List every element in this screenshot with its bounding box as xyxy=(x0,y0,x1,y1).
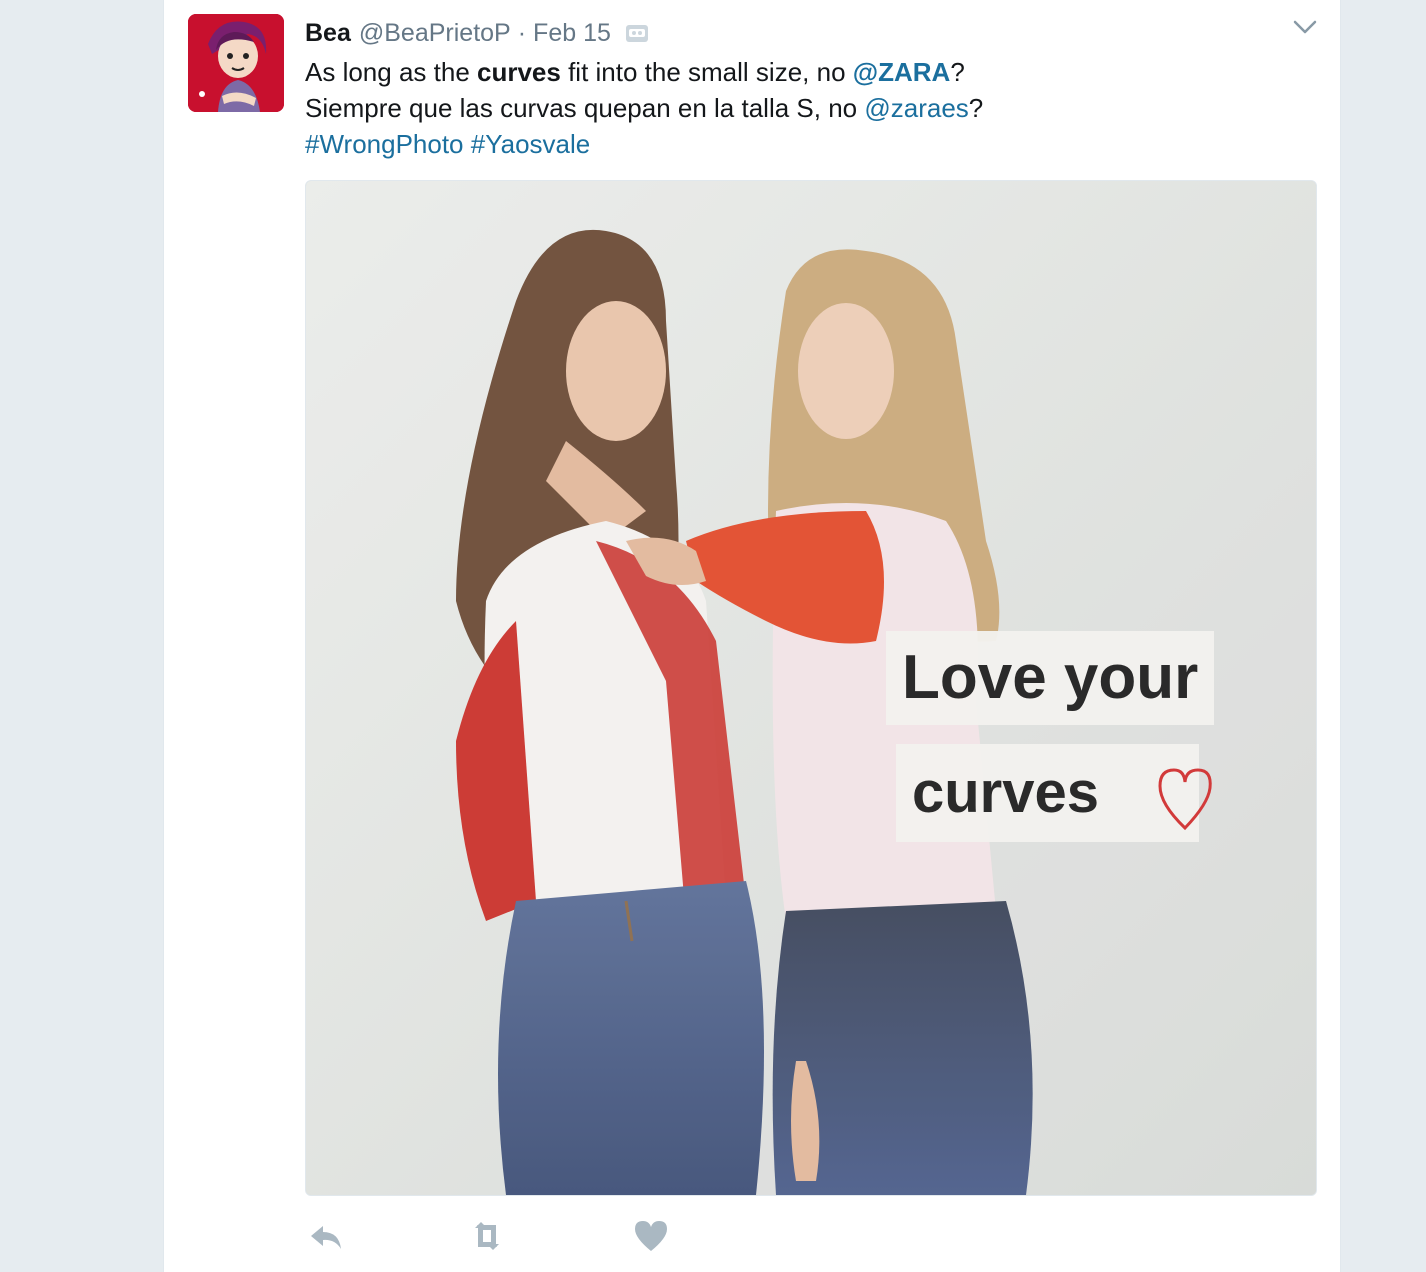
tweet-photo[interactable]: Love your curves xyxy=(305,180,1317,1196)
heart-icon[interactable] xyxy=(631,1216,671,1256)
tweet-text-line-3: #WrongPhoto #Yaosvale xyxy=(305,126,1305,162)
hashtag-wrongphoto[interactable]: #WrongPhoto xyxy=(305,129,464,159)
retweet-icon[interactable] xyxy=(467,1216,507,1256)
separator-dot: · xyxy=(517,18,527,47)
tweet-text-line-1: As long as the curves fit into the small… xyxy=(305,54,1305,90)
tweet-actions xyxy=(305,1216,905,1256)
text-segment: fit into the small size, no xyxy=(560,57,853,87)
robot-icon xyxy=(625,22,649,44)
chevron-down-icon[interactable] xyxy=(1292,14,1318,40)
tweet-header: Bea @BeaPrietoP · Feb 15 xyxy=(305,16,649,50)
heart-doodle-icon xyxy=(1152,764,1218,834)
text-segment: ? xyxy=(968,93,984,123)
bold-word: curves xyxy=(477,57,561,87)
tweet-date[interactable]: Feb 15 xyxy=(533,19,611,48)
author-handle[interactable]: @BeaPrietoP xyxy=(359,19,511,48)
author-name[interactable]: Bea xyxy=(305,19,351,48)
tweet-text: As long as the curves fit into the small… xyxy=(305,54,1305,162)
text-segment: ? xyxy=(950,57,965,87)
photo-caption-line-1: Love your xyxy=(886,631,1215,725)
avatar[interactable] xyxy=(188,14,284,112)
text-segment: As long as the xyxy=(305,57,477,87)
tweet-text-line-2: Siempre que las curvas quepan en la tall… xyxy=(305,90,1305,126)
tweet-card[interactable]: Bea @BeaPrietoP · Feb 15 As long as the … xyxy=(163,0,1341,1272)
mention-link-zara[interactable]: @ZARA xyxy=(853,57,951,87)
hashtag-yaosvale[interactable]: #Yaosvale xyxy=(471,129,591,159)
mention-link-zaraes[interactable]: @zaraes xyxy=(864,93,968,123)
reply-icon[interactable] xyxy=(305,1216,345,1256)
text-segment: Siempre que las curvas quepan en la tall… xyxy=(305,93,865,123)
